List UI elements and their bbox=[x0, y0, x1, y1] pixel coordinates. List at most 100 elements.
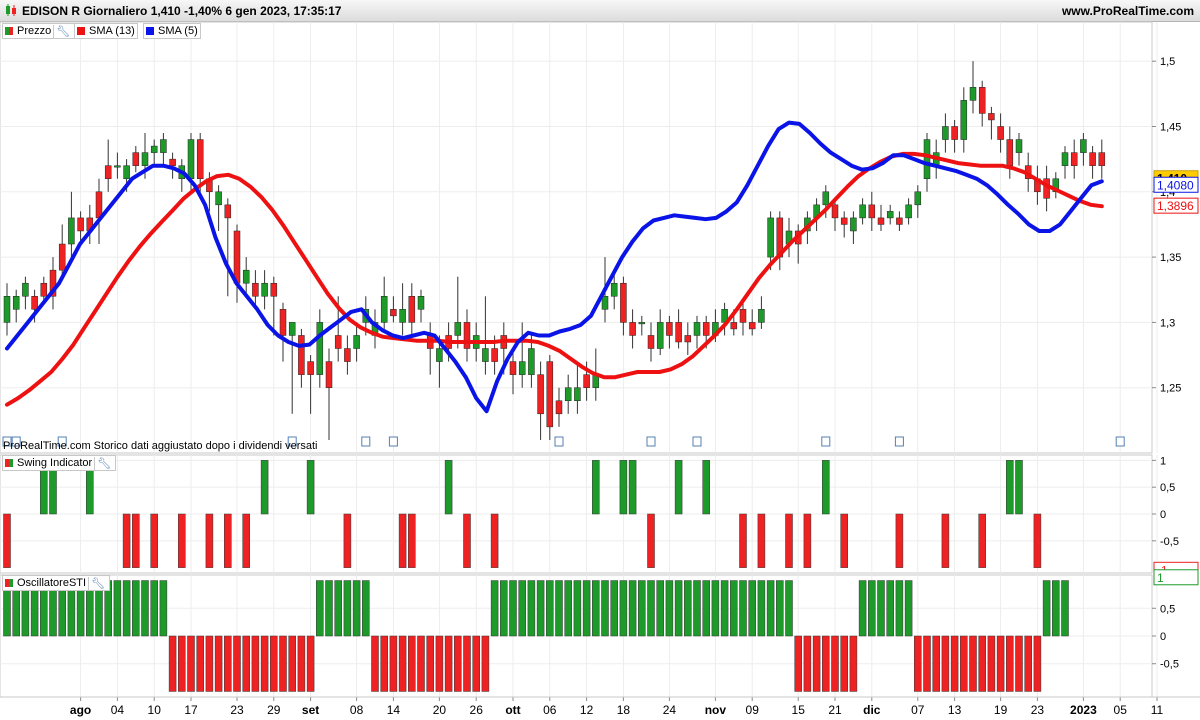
candle-body bbox=[160, 139, 167, 153]
candle-body bbox=[942, 126, 949, 140]
osc-bar bbox=[886, 580, 894, 637]
osc-bar bbox=[233, 635, 241, 692]
candle-body bbox=[58, 243, 66, 271]
osc-bar bbox=[619, 580, 628, 637]
x-tick-label: 12 bbox=[580, 703, 594, 717]
legend-swing-label: Swing Indicator bbox=[17, 457, 93, 469]
osc-bar bbox=[969, 635, 977, 692]
swing-bar bbox=[398, 513, 407, 568]
swing-bar bbox=[463, 513, 471, 568]
osc-bar bbox=[582, 580, 591, 637]
dividend-icon bbox=[646, 436, 656, 447]
osc-bar bbox=[141, 580, 149, 637]
x-tick-label: 23 bbox=[1031, 703, 1045, 717]
candle-body bbox=[528, 348, 535, 375]
wrench-icon[interactable]: 🔧︎ bbox=[88, 576, 107, 590]
candle-body bbox=[279, 309, 287, 336]
swing-bar bbox=[978, 513, 986, 568]
candle-body bbox=[988, 113, 995, 121]
osc-bar bbox=[904, 580, 913, 637]
x-tick-label: 20 bbox=[433, 703, 447, 717]
osc-bar bbox=[279, 635, 287, 692]
osc-bar bbox=[389, 635, 398, 692]
osc-bar bbox=[812, 635, 821, 692]
swing-bar bbox=[260, 460, 269, 515]
candle-body bbox=[684, 335, 692, 343]
candle-body bbox=[997, 126, 1004, 140]
osc-bar bbox=[159, 580, 168, 637]
candle-body bbox=[546, 361, 554, 428]
osc-bar bbox=[858, 580, 867, 637]
candle-body bbox=[555, 400, 563, 415]
y-tick-label: 0 bbox=[1160, 509, 1166, 521]
sma5-value-label: 1,4080 bbox=[1157, 178, 1194, 192]
x-tick-label: 07 bbox=[911, 703, 925, 717]
swing-bar bbox=[757, 513, 766, 568]
osc-bar bbox=[251, 635, 260, 692]
swing-bar bbox=[205, 513, 214, 568]
chart-canvas[interactable]: 1,251,31,351,41,451,510,50-0,50,50-0,51,… bbox=[0, 0, 1200, 720]
y-tick-label: -0,5 bbox=[1160, 536, 1179, 548]
osc-bar bbox=[122, 580, 131, 637]
x-tick-label: ago bbox=[70, 703, 91, 717]
candle-body bbox=[114, 165, 121, 168]
legend-swing[interactable]: Swing Indicator 🔧︎ bbox=[2, 455, 117, 471]
candle-body bbox=[68, 217, 75, 245]
candle-body bbox=[730, 322, 738, 330]
candle-body bbox=[353, 335, 360, 349]
candle-body bbox=[141, 152, 149, 166]
osc-bar bbox=[868, 580, 876, 637]
osc-bar bbox=[500, 580, 508, 637]
x-tick-label: 04 bbox=[111, 703, 125, 717]
candle-body bbox=[187, 139, 195, 179]
candle-body bbox=[436, 348, 443, 362]
dividend-icon bbox=[692, 436, 702, 447]
osc-bar bbox=[1006, 635, 1014, 692]
osc-bar bbox=[113, 580, 122, 637]
osc-bar bbox=[693, 580, 701, 637]
candle-body bbox=[850, 217, 857, 232]
candle-body bbox=[583, 374, 590, 388]
candle-body bbox=[831, 204, 839, 219]
legend-price[interactable]: Prezzo 🔧︎ bbox=[2, 23, 76, 39]
candle-body bbox=[150, 145, 158, 153]
dividend-notice: ProRealTime.com Storico dati aggiustato … bbox=[3, 440, 318, 452]
dividend-icon bbox=[1115, 436, 1125, 447]
osc-bar bbox=[720, 580, 729, 637]
osc-bar bbox=[306, 635, 315, 692]
candle-body bbox=[491, 348, 498, 362]
candle-body bbox=[408, 296, 416, 323]
osc-bar bbox=[923, 635, 931, 692]
x-tick-label: 11 bbox=[1151, 703, 1164, 717]
candle-body bbox=[1080, 139, 1087, 153]
swing-bar bbox=[122, 513, 131, 568]
osc-bar bbox=[987, 635, 996, 692]
osc-bar bbox=[417, 635, 425, 692]
legend-sma13[interactable]: SMA (13) bbox=[74, 23, 138, 39]
osc-bar bbox=[610, 580, 618, 637]
candle-body bbox=[610, 282, 618, 297]
candle-body bbox=[1098, 152, 1106, 166]
candle-body bbox=[316, 322, 324, 375]
x-tick-label: 23 bbox=[230, 703, 244, 717]
legend-osc[interactable]: OscillatoreSTI 🔧︎ bbox=[2, 575, 111, 591]
swing-bar bbox=[132, 513, 140, 568]
wrench-icon[interactable]: 🔧︎ bbox=[94, 456, 113, 470]
wrench-icon[interactable]: 🔧︎ bbox=[53, 24, 72, 38]
osc-bar bbox=[702, 580, 710, 637]
osc-bar bbox=[426, 635, 434, 692]
swing-bar bbox=[343, 513, 352, 568]
candle-body bbox=[298, 335, 305, 375]
osc-bar bbox=[849, 635, 858, 692]
osc-bar bbox=[932, 635, 940, 692]
candle-body bbox=[675, 322, 682, 343]
osc-bar bbox=[490, 580, 499, 637]
osc-bar bbox=[1052, 580, 1060, 637]
osc-bar bbox=[408, 635, 416, 692]
candle-body bbox=[1061, 152, 1069, 166]
candle-body bbox=[123, 165, 130, 179]
candle-body bbox=[666, 322, 673, 336]
osc-bar bbox=[1024, 635, 1032, 692]
candle-body bbox=[601, 296, 609, 310]
legend-sma5[interactable]: SMA (5) bbox=[143, 23, 201, 39]
